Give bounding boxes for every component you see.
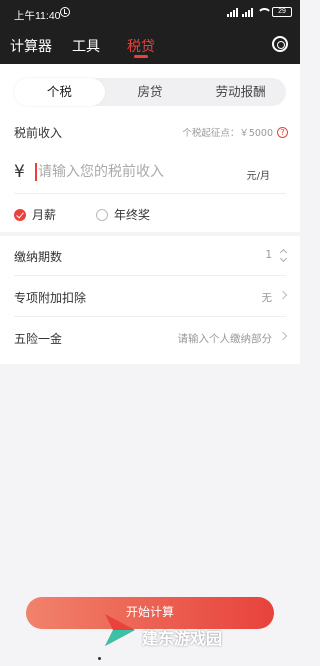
radio-label: 年终奖 bbox=[114, 208, 151, 222]
home-indicator bbox=[98, 657, 101, 660]
segment-labor-pay[interactable]: 劳动报酬 bbox=[195, 78, 286, 106]
chevron-right-icon bbox=[278, 331, 288, 341]
calc-type-segmented-control: 个税 房贷 劳动报酬 bbox=[14, 78, 286, 106]
segment-mortgage[interactable]: 房贷 bbox=[105, 78, 196, 106]
radio-label: 月薪 bbox=[32, 208, 57, 222]
row-label: 专项附加扣除 bbox=[14, 291, 87, 305]
income-label: 税前收入 bbox=[14, 126, 63, 140]
status-bar: 上午11:40 29 bbox=[0, 0, 300, 26]
status-time: 上午11:40 bbox=[14, 10, 61, 22]
watermark-text: 建东游戏园 bbox=[142, 629, 223, 648]
settings-icon[interactable] bbox=[272, 36, 288, 52]
income-input[interactable] bbox=[38, 161, 228, 183]
segment-personal-tax[interactable]: 个税 bbox=[14, 78, 105, 106]
signal-icon-2 bbox=[242, 7, 253, 17]
chevron-right-icon bbox=[278, 290, 288, 300]
income-unit: 元/月 bbox=[246, 171, 270, 182]
insurance-placeholder: 请输入个人缴纳部分 bbox=[177, 333, 273, 345]
row-label: 缴纳期数 bbox=[14, 250, 63, 264]
divider bbox=[14, 316, 286, 317]
tax-threshold: 个税起征点：￥5000 ? bbox=[182, 125, 288, 139]
tab-tools[interactable]: 工具 bbox=[72, 36, 100, 56]
currency-symbol: ¥ bbox=[14, 162, 25, 182]
divider bbox=[14, 193, 286, 194]
row-special-deduction[interactable]: 专项附加扣除 无 bbox=[0, 277, 300, 317]
row-payment-periods[interactable]: 缴纳期数 1 bbox=[0, 236, 300, 276]
tab-tax-loan[interactable]: 税贷 bbox=[127, 36, 155, 56]
main-nav: 计算器 工具 税贷 bbox=[0, 30, 300, 64]
wifi-icon bbox=[257, 7, 272, 17]
top-bar: 上午11:40 29 计算器 工具 税贷 bbox=[0, 0, 300, 64]
stepper-icon[interactable] bbox=[280, 248, 288, 262]
alarm-icon bbox=[60, 7, 70, 17]
text-caret bbox=[35, 163, 37, 181]
battery-icon: 29 bbox=[272, 7, 292, 17]
active-tab-indicator bbox=[134, 55, 148, 58]
tax-threshold-text: 个税起征点：￥5000 bbox=[182, 128, 273, 139]
divider bbox=[14, 275, 286, 276]
radio-checked-icon bbox=[14, 208, 26, 221]
watermark-logo bbox=[105, 614, 135, 646]
tab-calculator[interactable]: 计算器 bbox=[10, 36, 52, 56]
row-label: 五险一金 bbox=[14, 332, 63, 346]
signal-icon bbox=[227, 7, 238, 17]
deduction-value: 无 bbox=[261, 292, 273, 304]
periods-value: 1 bbox=[265, 249, 272, 261]
radio-monthly-salary[interactable]: 月薪 bbox=[14, 206, 56, 223]
radio-unchecked-icon bbox=[96, 208, 108, 221]
row-social-insurance[interactable]: 五险一金 请输入个人缴纳部分 bbox=[0, 318, 300, 358]
question-icon[interactable]: ? bbox=[277, 126, 288, 138]
radio-year-end-bonus[interactable]: 年终奖 bbox=[96, 206, 150, 223]
